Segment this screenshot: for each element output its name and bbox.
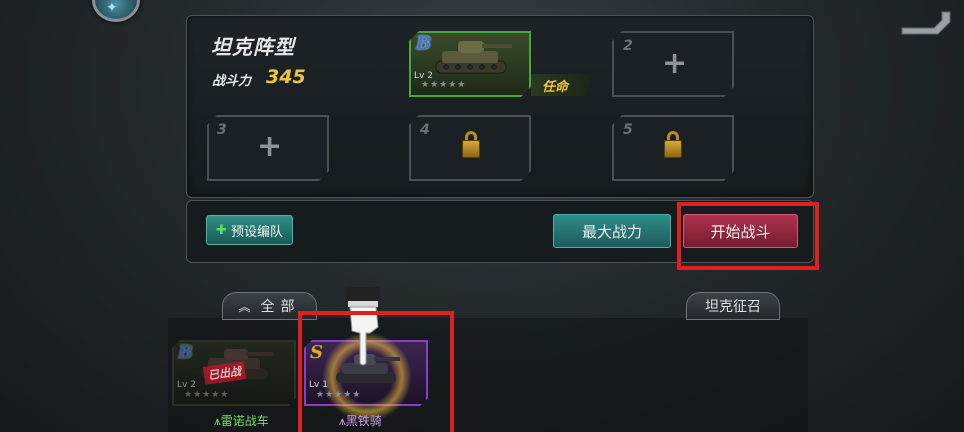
guide-highlight-start (677, 202, 819, 270)
slot-4-number: 4 (420, 122, 430, 138)
slot-1-grade: B (416, 33, 432, 54)
max-power-button[interactable]: 最大战力 (553, 214, 671, 248)
plus-icon: ✚ (216, 222, 227, 238)
guide-highlight-tank (298, 311, 454, 432)
slot-5-number: 5 (623, 122, 633, 138)
tab-all-label: 全部 (260, 299, 301, 315)
card-1-grade: B (178, 342, 194, 363)
rank-icon: ⩚ (214, 414, 221, 428)
slot-2-number: 2 (623, 38, 633, 54)
card-1-name-label: 雷诺战车 (220, 414, 269, 428)
double-chevron-up-icon: ︽ (238, 299, 251, 314)
lock-icon (664, 140, 682, 158)
power-value: 345 (266, 66, 306, 88)
duty-label: 任命 (542, 80, 569, 95)
back-arrow-icon[interactable] (898, 8, 954, 38)
preset-formation-button[interactable]: ✚ 预设编队 (206, 215, 293, 245)
slot-3-number: 3 (217, 122, 227, 138)
plus-icon: + (662, 46, 688, 81)
slot-1-stars: ★★★★★ (421, 80, 467, 90)
lock-icon (462, 140, 480, 158)
power-label: 战斗力 (212, 74, 252, 89)
card-1-level: Lv 2 (177, 380, 196, 390)
tank-image (435, 41, 512, 74)
card-1-stars: ★★★★★ (184, 390, 230, 400)
tab-tank-summon[interactable]: 坦克征召 (686, 292, 780, 320)
card-1-name: ⩚雷诺战车 (214, 412, 269, 429)
preset-label: 预设编队 (230, 224, 283, 240)
avatar-icon: ✦ (106, 0, 118, 16)
panel-title: 坦克阵型 (211, 35, 295, 59)
plus-icon: + (257, 129, 283, 164)
